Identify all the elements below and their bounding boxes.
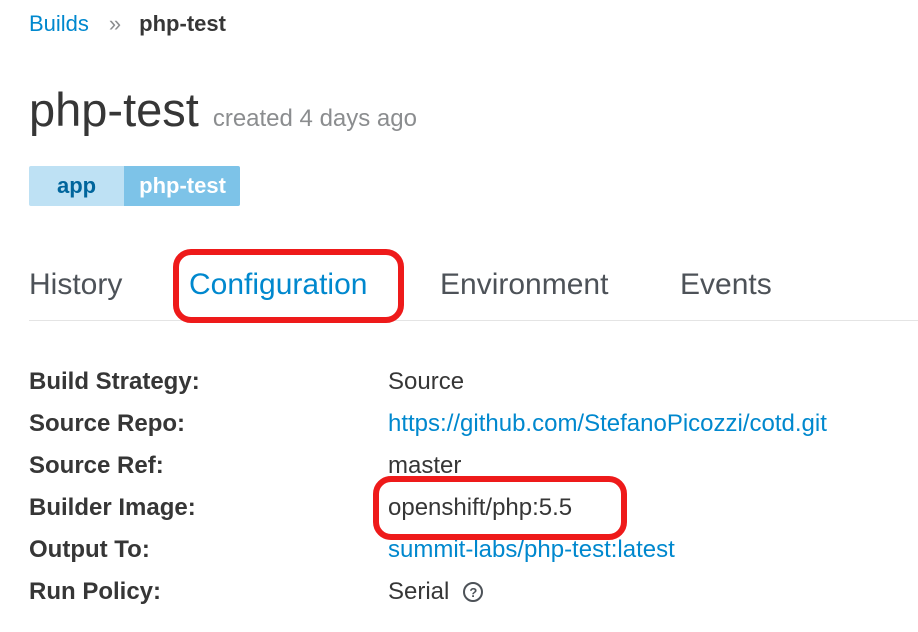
tab-bar: History Configuration Environment Events [29, 260, 918, 321]
breadcrumb-builds-link[interactable]: Builds [29, 11, 89, 37]
label-badge[interactable]: app php-test [29, 166, 240, 206]
detail-row-output-to: Output To: summit-labs/php-test:latest [29, 530, 909, 572]
build-config-page: Builds » php-test php-test created 4 day… [0, 0, 918, 632]
output-to-link[interactable]: summit-labs/php-test:latest [388, 536, 675, 564]
detail-row-build-strategy: Build Strategy: Source [29, 362, 909, 404]
tab-events[interactable]: Events [680, 268, 772, 302]
build-strategy-label: Build Strategy: [29, 368, 200, 395]
builder-image-label: Builder Image: [29, 494, 196, 521]
run-policy-label: Run Policy: [29, 578, 162, 605]
detail-row-source-ref: Source Ref: master [29, 446, 909, 488]
tab-history[interactable]: History [29, 268, 122, 302]
breadcrumb-current: php-test [139, 11, 226, 36]
label-key[interactable]: app [29, 166, 125, 206]
question-circle-icon[interactable]: ? [463, 582, 484, 602]
breadcrumb-separator: » [108, 11, 121, 36]
detail-row-run-policy: Run Policy: Serial ? [29, 572, 909, 614]
label-value[interactable]: php-test [124, 166, 240, 206]
page-header: php-test created 4 days ago [29, 82, 417, 137]
build-details: Build Strategy: Source Source Repo: http… [29, 362, 909, 614]
run-policy-value: Serial [388, 578, 450, 605]
source-repo-label: Source Repo: [29, 410, 186, 437]
source-ref-value: master [388, 452, 462, 479]
detail-row-source-repo: Source Repo: https://github.com/StefanoP… [29, 404, 909, 446]
page-title: php-test [29, 83, 199, 136]
builder-image-value: openshift/php:5.5 [388, 494, 573, 521]
tab-environment[interactable]: Environment [440, 268, 608, 302]
breadcrumb: Builds » php-test [29, 8, 226, 40]
build-strategy-value: Source [388, 368, 465, 395]
tab-configuration[interactable]: Configuration [189, 268, 367, 302]
created-timestamp: created 4 days ago [212, 105, 417, 132]
source-repo-link[interactable]: https://github.com/StefanoPicozzi/cotd.g… [388, 410, 827, 438]
output-to-label: Output To: [29, 536, 150, 563]
run-policy-value-wrap: Serial ? [388, 578, 484, 606]
source-ref-label: Source Ref: [29, 452, 164, 479]
detail-row-builder-image: Builder Image: openshift/php:5.5 [29, 488, 909, 530]
